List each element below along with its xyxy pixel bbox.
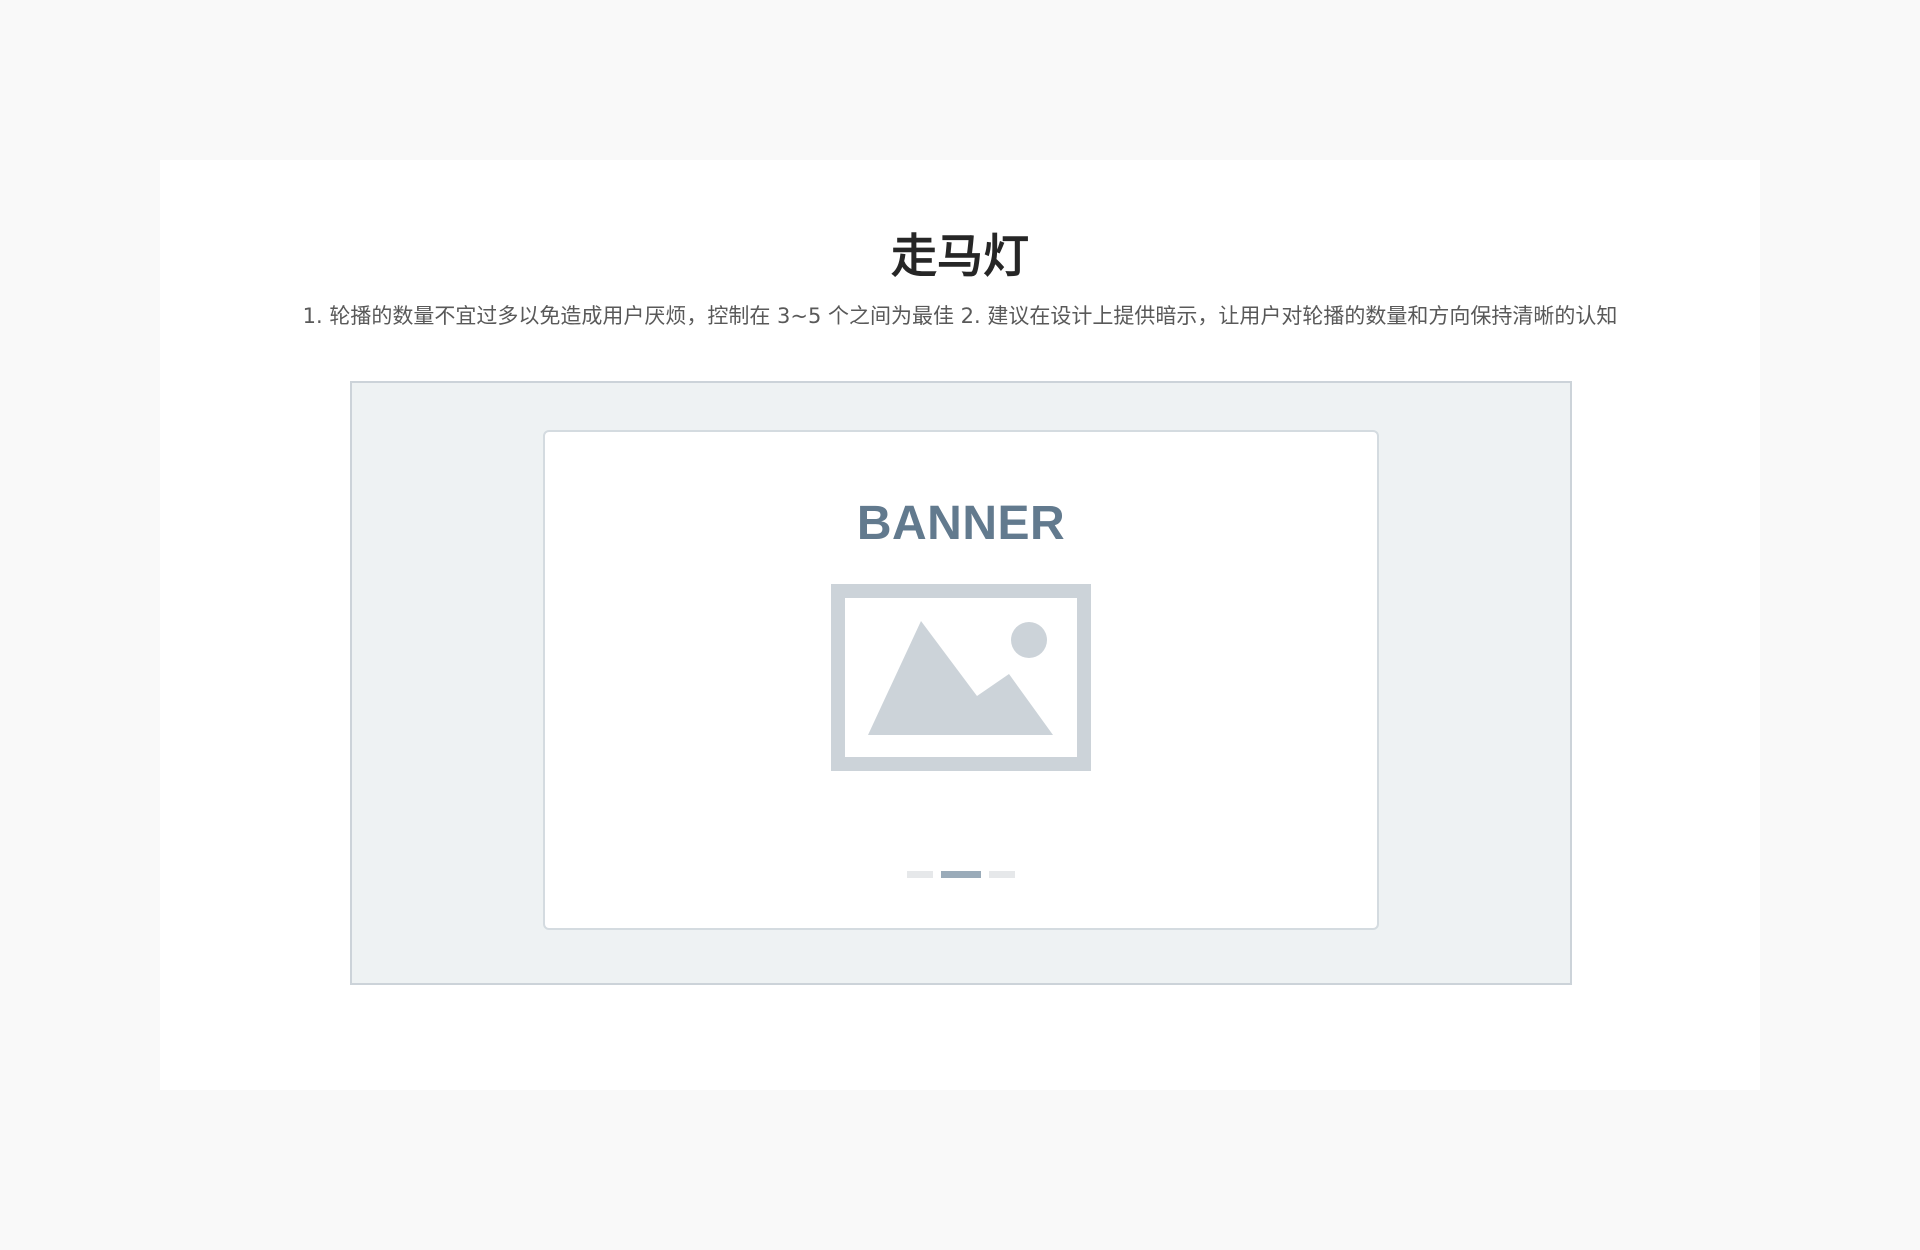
content-card: 走马灯 1. 轮播的数量不宜过多以免造成用户厌烦，控制在 3~5 个之间为最佳 … — [160, 160, 1760, 1090]
banner-label: BANNER — [856, 497, 1066, 550]
page-description: 1. 轮播的数量不宜过多以免造成用户厌烦，控制在 3~5 个之间为最佳 2. 建… — [302, 304, 1618, 328]
carousel-stage: BANNER — [350, 381, 1572, 985]
carousel-indicator-3[interactable] — [989, 871, 1015, 878]
image-placeholder-icon — [831, 584, 1091, 771]
carousel-indicator-2[interactable] — [941, 871, 981, 878]
carousel-indicators — [907, 871, 1015, 879]
carousel-slide[interactable]: BANNER — [543, 430, 1379, 930]
carousel-indicator-1[interactable] — [907, 871, 933, 878]
page-title: 走马灯 — [891, 229, 1029, 283]
